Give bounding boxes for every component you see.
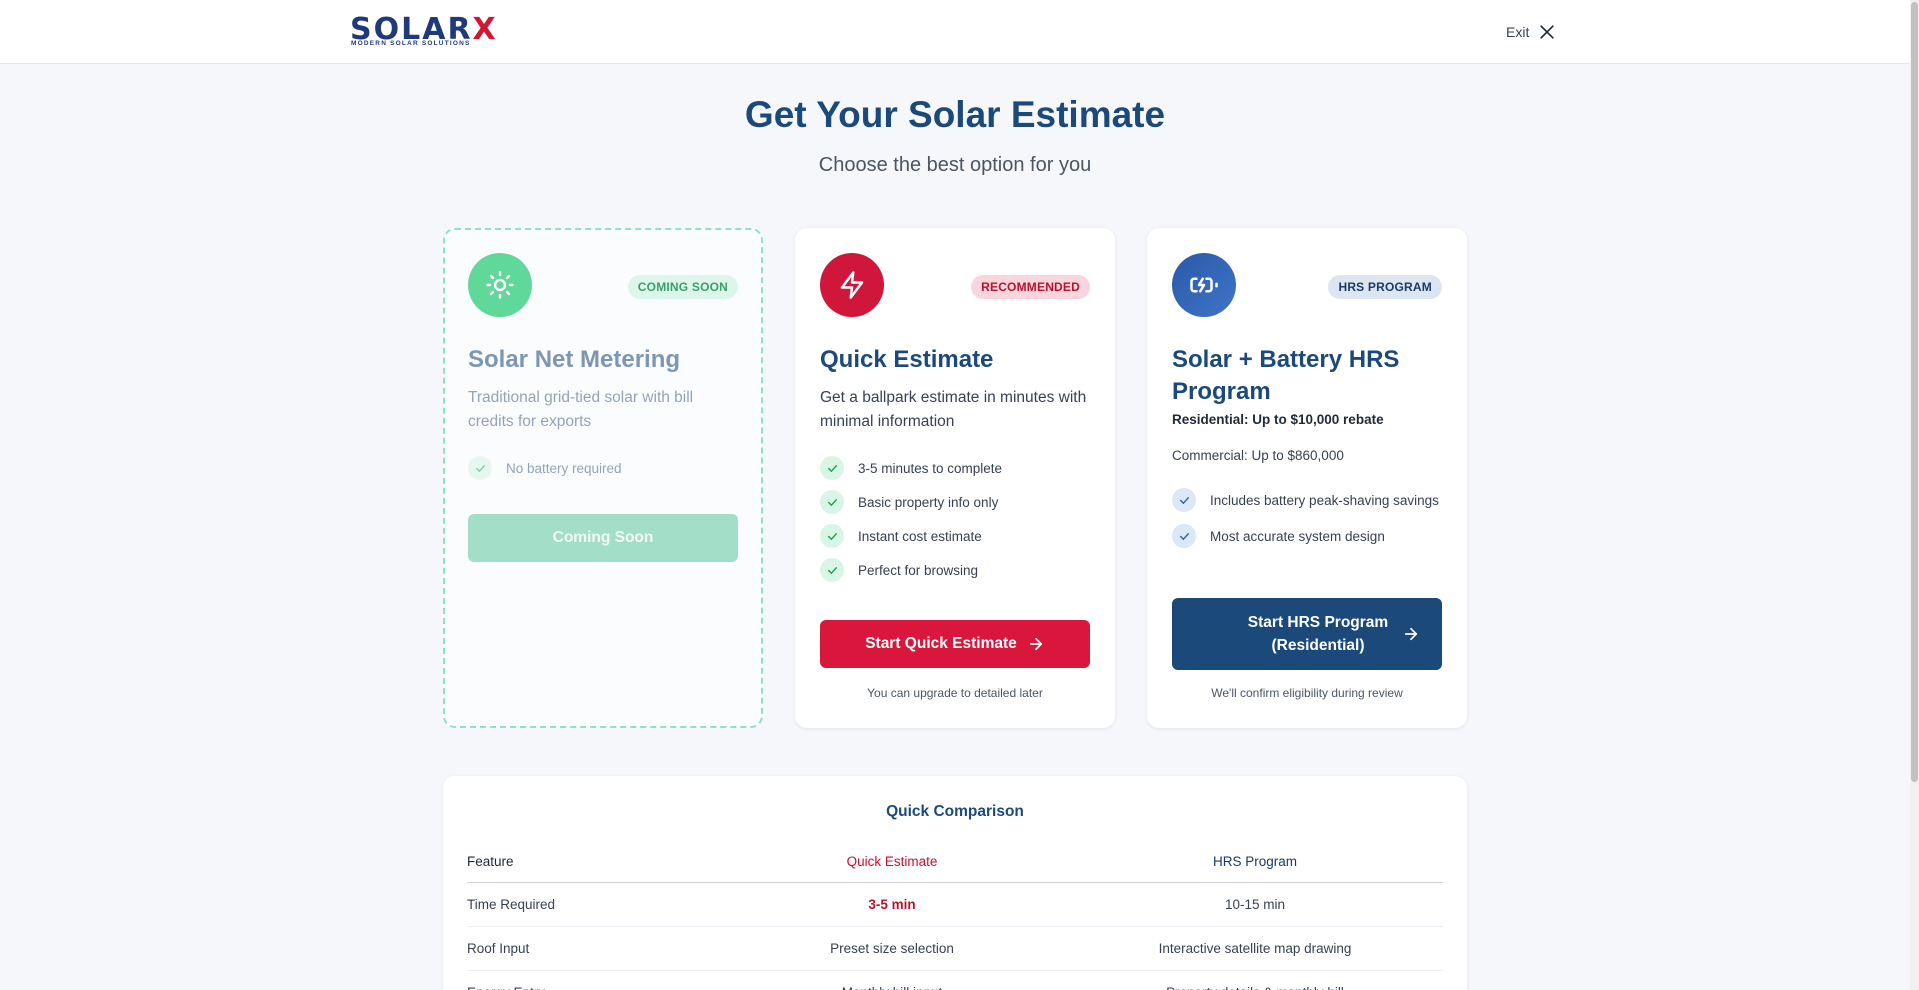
table-cell: 10-15 min	[1067, 882, 1443, 927]
page-scrollbar[interactable]	[1910, 0, 1919, 990]
table-cell: Preset size selection	[717, 926, 1067, 971]
check-icon	[1172, 488, 1196, 512]
logo-tagline: MODERN SOLAR SOLUTIONS	[351, 40, 471, 47]
lightning-icon	[840, 271, 864, 299]
net-metering-features: No battery required	[468, 456, 743, 492]
eligibility-note: We'll confirm eligibility during review	[1211, 686, 1403, 700]
start-quick-estimate-button[interactable]: Start Quick Estimate	[820, 620, 1090, 668]
feature-text: No battery required	[506, 461, 622, 476]
feature-text: Perfect for browsing	[858, 563, 979, 578]
feature-text: 3-5 minutes to complete	[858, 461, 1003, 476]
coming-soon-button-label: Coming Soon	[552, 529, 654, 546]
table-cell: Energy Entry	[467, 970, 717, 990]
check-icon	[820, 456, 844, 480]
battery-charging-icon	[1190, 277, 1218, 293]
feature-text: Basic property info only	[858, 495, 999, 510]
quick-estimate-description: Get a ballpark estimate in minutes with …	[820, 389, 1087, 430]
table-row: Roof Input Preset size selection Interac…	[467, 926, 1443, 971]
arrow-right-icon	[1029, 637, 1042, 651]
upgrade-note: You can upgrade to detailed later	[867, 686, 1043, 700]
hrs-program-badge: HRS PROGRAM	[1328, 275, 1442, 299]
residential-rebate: Residential: Up to $10,000 rebate	[1172, 412, 1384, 427]
table-cell: 3-5 min	[717, 882, 1067, 927]
start-hrs-program-button[interactable]: Start HRS Program (Residential)	[1172, 598, 1442, 670]
top-bar: SOLARX MODERN SOLAR SOLUTIONS Exit	[0, 0, 1910, 64]
column-header: HRS Program	[1067, 842, 1443, 883]
table-cell: Roof Input	[467, 926, 717, 971]
logo-x: X	[472, 12, 498, 47]
feature-item: No battery required	[468, 456, 743, 480]
feature-item: Basic property info only	[820, 490, 1095, 514]
comparison-table: Feature Quick Estimate HRS Program Time …	[467, 842, 1443, 990]
quick-estimate-title: Quick Estimate	[820, 346, 994, 373]
feature-text: Includes battery peak-shaving savings	[1210, 493, 1439, 508]
quick-comparison-panel: Quick Comparison Feature Quick Estimate …	[443, 776, 1467, 990]
check-icon	[1172, 524, 1196, 548]
scrollbar-thumb[interactable]	[1911, 2, 1918, 782]
net-metering-description: Traditional grid-tied solar with bill cr…	[468, 389, 694, 430]
coming-soon-badge: COMING SOON	[627, 275, 738, 299]
recommended-badge: RECOMMENDED	[971, 275, 1090, 299]
quick-estimate-features: 3-5 minutes to complete Basic property i…	[820, 456, 1095, 594]
table-cell: Interactive satellite map drawing	[1067, 926, 1443, 971]
hrs-program-title: Solar + Battery HRS Program	[1172, 346, 1400, 405]
net-metering-title: Solar Net Metering	[468, 346, 681, 373]
hrs-icon-circle	[1172, 253, 1236, 317]
exit-button[interactable]: Exit	[1506, 20, 1557, 44]
comparison-title: Quick Comparison	[886, 803, 1024, 820]
table-header-row: Feature Quick Estimate HRS Program	[467, 842, 1443, 883]
table-cell: Property details & monthly bill	[1067, 970, 1443, 990]
coming-soon-button[interactable]: Coming Soon	[468, 514, 738, 562]
net-metering-card: COMING SOON Solar Net Metering Tradition…	[443, 228, 763, 728]
quick-estimate-icon-circle	[820, 253, 884, 317]
column-header: Quick Estimate	[717, 842, 1067, 883]
commercial-rebate: Commercial: Up to $860,000	[1172, 448, 1344, 463]
check-icon	[468, 456, 492, 480]
close-icon	[1540, 25, 1555, 39]
table-cell: Time Required	[467, 882, 717, 927]
feature-item: 3-5 minutes to complete	[820, 456, 1095, 480]
feature-text: Most accurate system design	[1210, 529, 1385, 544]
feature-item: Perfect for browsing	[820, 558, 1095, 582]
net-metering-icon-circle	[468, 253, 532, 317]
quick-estimate-card: RECOMMENDED Quick Estimate Get a ballpar…	[795, 228, 1115, 728]
table-row: Energy Entry Monthly bill input Property…	[467, 970, 1443, 990]
feature-item: Includes battery peak-shaving savings	[1172, 488, 1447, 512]
solarx-logo[interactable]: SOLARX MODERN SOLAR SOLUTIONS	[350, 14, 526, 50]
hrs-program-card: HRS PROGRAM Solar + Battery HRS Program …	[1147, 228, 1467, 728]
page-title: Get Your Solar Estimate	[744, 94, 1166, 135]
check-icon	[820, 524, 844, 548]
table-row: Time Required 3-5 min 10-15 min	[467, 882, 1443, 927]
arrow-right-icon	[1404, 627, 1418, 641]
feature-text: Instant cost estimate	[858, 529, 982, 544]
feature-item: Most accurate system design	[1172, 524, 1447, 548]
check-icon	[820, 490, 844, 514]
check-icon	[820, 558, 844, 582]
column-header: Feature	[467, 842, 717, 883]
page-subtitle: Choose the best option for you	[818, 154, 1092, 176]
exit-label: Exit	[1506, 24, 1530, 40]
start-quick-estimate-label: Start Quick Estimate	[865, 635, 1017, 652]
feature-item: Instant cost estimate	[820, 524, 1095, 548]
sun-icon	[486, 271, 514, 299]
start-hrs-program-label: Start HRS Program (Residential)	[1247, 614, 1389, 654]
hrs-features: Includes battery peak-shaving savings Mo…	[1172, 488, 1447, 562]
table-cell: Monthly bill input	[717, 970, 1067, 990]
